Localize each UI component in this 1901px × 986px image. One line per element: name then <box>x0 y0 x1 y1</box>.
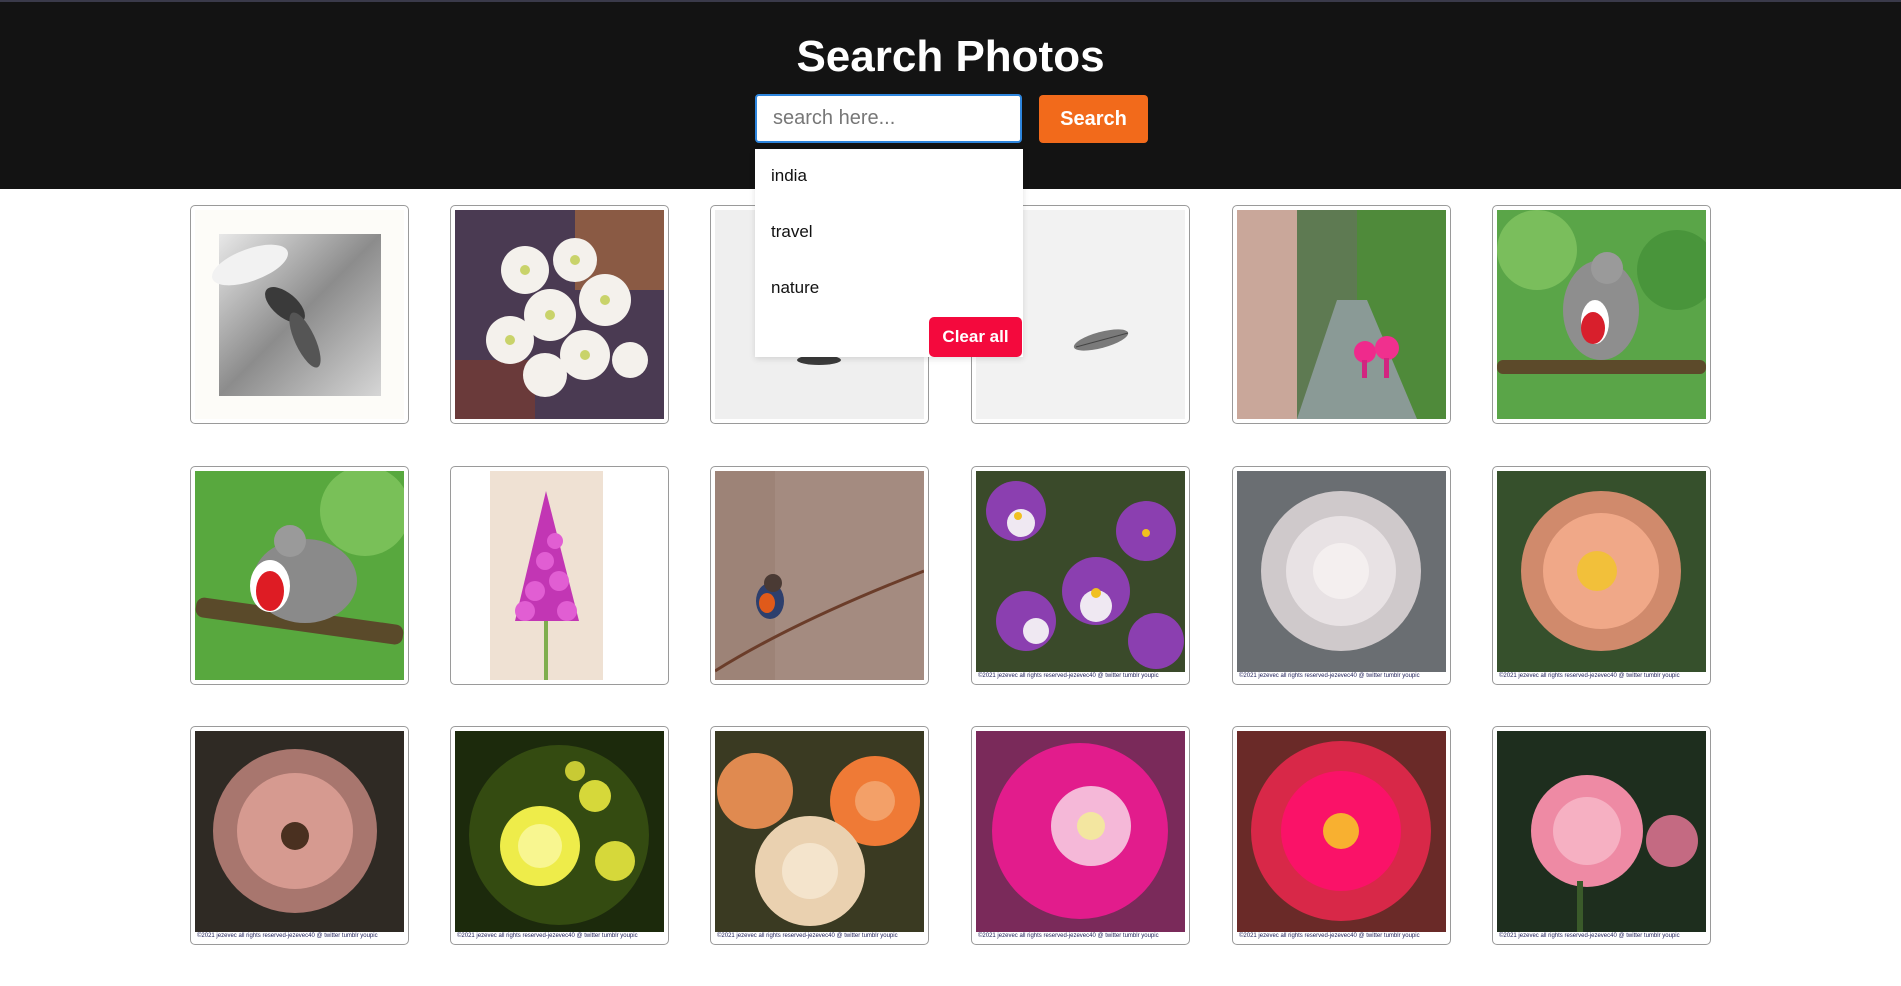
photo-card[interactable]: ©2021 jezevec all rights reserved-jezeve… <box>971 466 1190 685</box>
photo-caption: ©2021 jezevec all rights reserved-jezeve… <box>1497 932 1706 940</box>
photo-card[interactable] <box>1232 205 1451 424</box>
photo-caption: ©2021 jezevec all rights reserved-jezeve… <box>976 932 1185 940</box>
history-item[interactable]: travel <box>771 222 813 242</box>
photo-image <box>1237 210 1446 419</box>
photo-card[interactable]: ©2021 jezevec all rights reserved-jezeve… <box>1232 726 1451 945</box>
photo-image <box>455 471 664 680</box>
photo-card[interactable]: ©2021 jezevec all rights reserved-jezeve… <box>1492 466 1711 685</box>
photo-image <box>715 471 924 680</box>
history-item[interactable]: nature <box>771 278 819 298</box>
photo-image <box>1237 731 1446 940</box>
photo-image <box>1497 731 1706 940</box>
photo-card[interactable] <box>1492 205 1711 424</box>
search-history-dropdown: india travel nature Clear all <box>755 149 1023 357</box>
photo-caption: ©2021 jezevec all rights reserved-jezeve… <box>976 672 1185 680</box>
photo-card[interactable]: ©2021 jezevec all rights reserved-jezeve… <box>1492 726 1711 945</box>
photo-card[interactable]: ©2021 jezevec all rights reserved-jezeve… <box>710 726 929 945</box>
photo-card[interactable]: ©2021 jezevec all rights reserved-jezeve… <box>1232 466 1451 685</box>
photo-image <box>195 210 404 419</box>
photo-image <box>455 731 664 940</box>
photo-card[interactable] <box>450 205 669 424</box>
photo-card[interactable]: ©2021 jezevec all rights reserved-jezeve… <box>190 726 409 945</box>
photo-card[interactable] <box>190 466 409 685</box>
search-input[interactable] <box>755 94 1022 143</box>
photo-image <box>715 731 924 940</box>
photo-card[interactable] <box>450 466 669 685</box>
search-button[interactable]: Search <box>1039 95 1148 143</box>
photo-image <box>195 731 404 940</box>
history-item[interactable]: india <box>771 166 807 186</box>
photo-card[interactable]: ©2021 jezevec all rights reserved-jezeve… <box>971 726 1190 945</box>
photo-caption: ©2021 jezevec all rights reserved-jezeve… <box>1237 672 1446 680</box>
photo-caption: ©2021 jezevec all rights reserved-jezeve… <box>1497 672 1706 680</box>
photo-caption: ©2021 jezevec all rights reserved-jezeve… <box>455 932 664 940</box>
photo-image <box>195 471 404 680</box>
photo-image <box>1237 471 1446 680</box>
photo-image <box>455 210 664 419</box>
page-title: Search Photos <box>796 32 1105 81</box>
photo-card[interactable] <box>190 205 409 424</box>
photo-image <box>1497 210 1706 419</box>
photo-image <box>976 471 1185 680</box>
photo-caption: ©2021 jezevec all rights reserved-jezeve… <box>195 932 404 940</box>
photo-card[interactable] <box>710 466 929 685</box>
photo-card[interactable]: ©2021 jezevec all rights reserved-jezeve… <box>450 726 669 945</box>
photo-caption: ©2021 jezevec all rights reserved-jezeve… <box>1237 932 1446 940</box>
photo-image <box>976 731 1185 940</box>
photo-caption: ©2021 jezevec all rights reserved-jezeve… <box>715 932 924 940</box>
clear-all-button[interactable]: Clear all <box>929 317 1022 357</box>
photo-image <box>1497 471 1706 680</box>
